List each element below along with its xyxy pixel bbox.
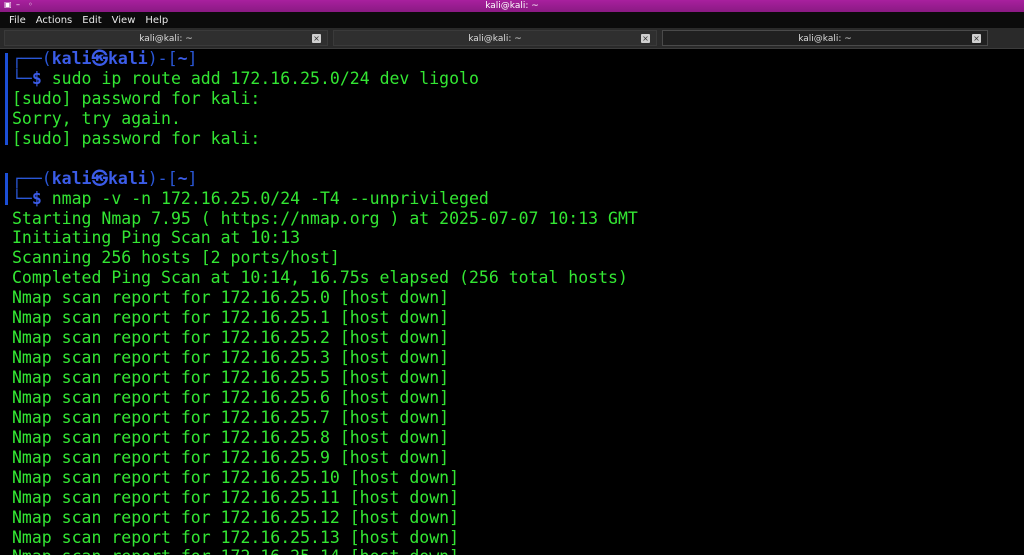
terminal-output[interactable]: ┌──(kali㉿kali)-[~] └─$ sudo ip route add … — [0, 49, 1024, 555]
prompt-bracket: )-[ — [147, 49, 178, 68]
output-line: [sudo] password for kali: — [12, 128, 261, 148]
output-line: Nmap scan report for 172.16.25.8 [host d… — [12, 427, 450, 447]
prompt-user: kali — [51, 168, 92, 188]
output-line: Nmap scan report for 172.16.25.6 [host d… — [12, 387, 450, 407]
output-line: Nmap scan report for 172.16.25.3 [host d… — [12, 348, 450, 368]
command-text: sudo ip route add 172.16.25.0/24 dev lig… — [51, 68, 479, 88]
output-line: Nmap scan report for 172.16.25.11 [host … — [12, 487, 460, 507]
prompt-gutter-bar — [5, 53, 8, 145]
output-line: Nmap scan report for 172.16.25.7 [host d… — [12, 407, 450, 427]
output-line: Nmap scan report for 172.16.25.10 [host … — [12, 467, 460, 487]
menu-actions[interactable]: Actions — [36, 15, 73, 26]
close-tab-icon[interactable]: × — [972, 34, 981, 43]
prompt-bracket: ] — [187, 49, 198, 68]
prompt-user: kali — [51, 49, 92, 68]
command-line: └─$ sudo ip route add 172.16.25.0/24 dev… — [12, 69, 638, 89]
command-line: └─$ nmap -v -n 172.16.25.0/24 -T4 --unpr… — [12, 189, 638, 209]
close-tab-icon[interactable]: × — [312, 34, 321, 43]
output-line: Starting Nmap 7.95 ( https://nmap.org ) … — [12, 208, 638, 228]
window-title: kali@kali: ~ — [485, 1, 539, 11]
output-line: Nmap scan report for 172.16.25.5 [host d… — [12, 368, 450, 387]
output-line: Nmap scan report for 172.16.25.12 [host … — [12, 507, 460, 527]
output-line: Nmap scan report for 172.16.25.9 [host d… — [12, 447, 450, 467]
prompt-header: ┌──(kali㉿kali)-[~] — [12, 169, 638, 189]
close-tab-icon[interactable]: × — [641, 34, 650, 43]
prompt-bracket: └─ — [12, 68, 32, 88]
output-line: Nmap scan report for 172.16.25.2 [host d… — [12, 328, 450, 348]
menu-edit[interactable]: Edit — [82, 15, 101, 26]
tab-1[interactable]: kali@kali: ~ × — [4, 30, 328, 46]
tab-bar: kali@kali: ~ × kali@kali: ~ × kali@kali:… — [0, 28, 1024, 49]
output-line: Scanning 256 hosts [2 ports/host] — [12, 248, 340, 268]
output-line: Nmap scan report for 172.16.25.1 [host d… — [12, 308, 450, 328]
prompt-symbol: $ — [31, 188, 52, 208]
tab-label: kali@kali: ~ — [139, 34, 193, 44]
output-line: Nmap scan report for 172.16.25.13 [host … — [12, 527, 460, 547]
menu-bar: File Actions Edit View Help — [0, 12, 1024, 28]
prompt-bracket: ┌──( — [12, 168, 52, 188]
kali-dragon-icon: ㉿ — [91, 168, 109, 188]
prompt-gutter-bar — [5, 172, 8, 205]
output-line: [sudo] password for kali: — [12, 88, 261, 108]
prompt-bracket: ] — [187, 168, 198, 188]
prompt-bracket: ┌──( — [12, 49, 52, 68]
prompt-symbol: $ — [31, 68, 52, 88]
prompt-bracket: )-[ — [147, 168, 178, 188]
terminal-lines: ┌──(kali㉿kali)-[~] └─$ sudo ip route add … — [12, 49, 638, 555]
prompt-host: kali — [108, 168, 148, 188]
kali-dragon-icon: ㉿ — [91, 49, 109, 68]
prompt-header: ┌──(kali㉿kali)-[~] — [12, 49, 638, 69]
window-titlebar: ▣ – ◦ kali@kali: ~ — [0, 0, 1024, 12]
output-line: Sorry, try again. — [12, 108, 181, 128]
menu-file[interactable]: File — [9, 15, 26, 26]
prompt-dir: ~ — [177, 168, 188, 188]
output-line: Completed Ping Scan at 10:14, 16.75s ela… — [12, 268, 628, 288]
tab-3[interactable]: kali@kali: ~ × — [662, 30, 988, 46]
menu-help[interactable]: Help — [145, 15, 168, 26]
prompt-dir: ~ — [177, 49, 188, 68]
output-line: Nmap scan report for 172.16.25.0 [host d… — [12, 288, 450, 308]
prompt-bracket: └─ — [12, 188, 32, 208]
prompt-host: kali — [108, 49, 148, 68]
output-line: Initiating Ping Scan at 10:13 — [12, 228, 301, 248]
tab-label: kali@kali: ~ — [468, 34, 522, 44]
output-line: Nmap scan report for 172.16.25.14 [host … — [12, 547, 638, 555]
tab-2[interactable]: kali@kali: ~ × — [333, 30, 657, 46]
tab-label: kali@kali: ~ — [798, 34, 852, 44]
command-text: nmap -v -n 172.16.25.0/24 -T4 --unprivil… — [51, 188, 489, 208]
menu-view[interactable]: View — [112, 15, 136, 26]
